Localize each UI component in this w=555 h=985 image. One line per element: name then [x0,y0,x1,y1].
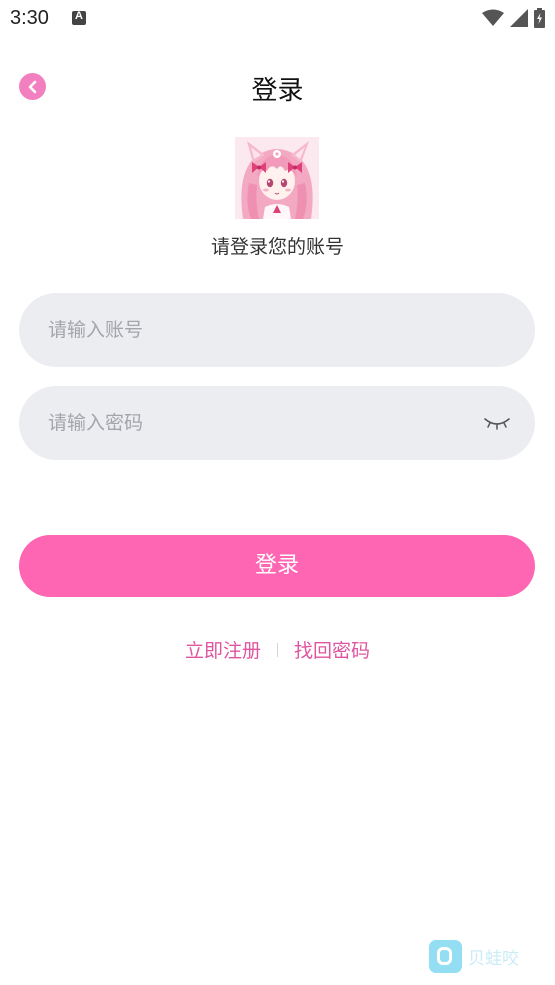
avatar [235,137,319,219]
account-field[interactable] [19,293,535,367]
password-input[interactable] [48,386,468,460]
status-bar: 3:30 [0,0,555,38]
watermark-logo-icon [429,939,462,973]
watermark-text: 贝蛙咬 [468,948,519,969]
forgot-password-link[interactable]: 找回密码 [294,636,370,663]
signal-icon [510,9,528,27]
wifi-icon [482,9,504,26]
battery-icon [534,8,545,28]
login-button[interactable]: 登录 [19,535,535,597]
eye-closed-icon[interactable] [483,413,511,433]
account-input[interactable] [48,293,468,367]
avatar-illustration [235,137,319,219]
password-field[interactable] [19,386,535,460]
auth-links: 立即注册 找回密码 [0,636,555,663]
link-divider [277,642,278,657]
register-link[interactable]: 立即注册 [185,636,261,663]
login-subtitle: 请登录您的账号 [210,236,344,258]
status-indicators [482,8,545,28]
notification-icon [72,10,86,25]
watermark: 贝蛙咬 [429,939,539,973]
page-title: 登录 [251,76,304,106]
status-time: 3:30 [10,7,49,29]
